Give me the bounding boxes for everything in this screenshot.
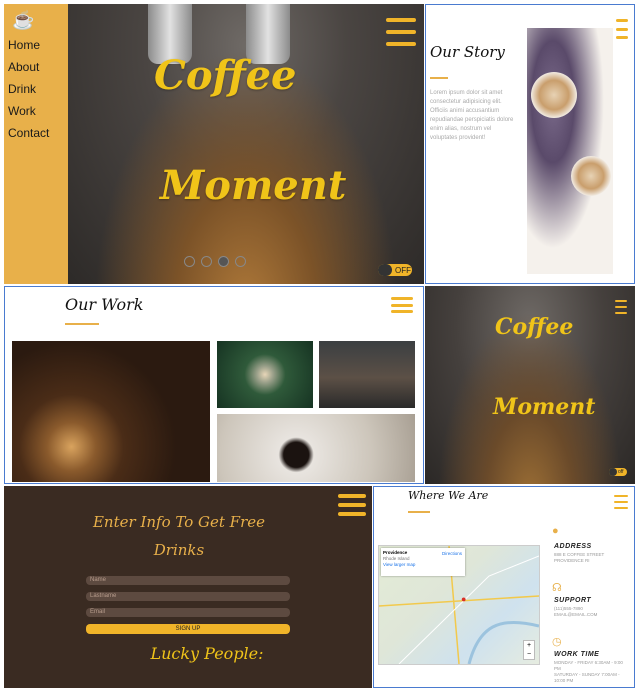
work-title: Our Work [65,295,144,314]
coffee-cup-logo-icon[interactable]: ☕ [12,10,34,31]
hero-title-line1: Coffee [154,52,297,99]
latte-cup [531,72,577,118]
story-text: Lorem ipsum dolor sit amet consectetur a… [430,90,514,141]
hero-title-line2: Moment [160,162,347,209]
signup-headline: Enter Info To Get Free Drinks [64,508,294,564]
map-info-card: Providence Rhode Island View larger map … [381,548,465,576]
hamburger-menu-icon[interactable] [616,19,628,39]
address-heading: ADDRESS [554,543,592,550]
hours-weekday: MONDAY - FRIDAY 6:30AM - 9:00 PM [554,660,623,671]
work-time-heading: WORK TIME [554,651,600,658]
coffee-newspaper-photo[interactable] [217,414,415,482]
sidebar: ☕ Home About Drink Work Contact [4,4,68,284]
theme-toggle[interactable]: OFF [378,264,412,276]
sidebar-nav: Home About Drink Work Contact [8,38,49,148]
latte-flowers-image [527,28,613,274]
map-directions-link[interactable]: Directions [442,551,462,557]
coffee-beans-photo[interactable] [12,341,210,482]
support-email: EMAIL@EMAIL.COM [554,612,598,617]
carousel-dot[interactable] [201,256,212,267]
espresso-machine-photo[interactable] [319,341,415,408]
hamburger-menu-icon[interactable] [386,18,416,46]
toggle-knob [609,468,617,476]
latte-plants-photo[interactable] [217,341,313,408]
signup-button[interactable]: SIGN UP [86,624,290,634]
toggle-knob [378,264,392,276]
title-underline [430,77,448,79]
carousel-dot[interactable] [184,256,195,267]
support-heading: SUPPORT [554,597,592,604]
toggle-label: off [618,469,624,475]
clock-icon: ◷ [552,636,562,648]
carousel-dots [184,256,246,267]
headphones-icon: ☊ [552,582,562,594]
mini-hero-title-line2: Moment [493,394,596,420]
title-underline [408,511,430,513]
hero-coffee-photo [68,4,424,284]
theme-toggle[interactable]: off [609,468,627,476]
signup-headline-line1: Enter Info To Get Free [92,513,266,531]
map-zoom-controls[interactable]: + − [523,640,535,660]
location-title: Where We Are [408,489,489,502]
hamburger-menu-icon[interactable] [338,494,366,516]
our-work-section: Our Work [4,286,424,484]
latte-cup [571,156,611,196]
toggle-label: OFF [395,265,411,275]
lastname-input[interactable]: Lastname [86,592,290,601]
nav-drink[interactable]: Drink [8,82,49,96]
nav-about[interactable]: About [8,60,49,74]
map-pin-icon[interactable]: ● [461,594,466,604]
hero-section: ☕ Home About Drink Work Contact Coffee M… [4,4,424,284]
map-larger-link[interactable]: View larger map [383,562,463,568]
carousel-dot[interactable] [235,256,246,267]
title-underline [65,323,99,325]
signup-section: Enter Info To Get Free Drinks Name Lastn… [4,486,372,688]
nav-contact[interactable]: Contact [8,126,49,140]
email-input[interactable]: Email [86,608,290,617]
location-pin-icon: ● [552,525,559,537]
hours-weekend: SATURDAY - SUNDAY 7:00AM - 10:00 PM [554,672,620,683]
location-section: Where We Are Providence Rhode Island Vie… [373,486,635,688]
mini-hero-section: Coffee Moment off [425,286,635,484]
name-input[interactable]: Name [86,576,290,585]
carousel-dot[interactable] [218,256,229,267]
hamburger-menu-icon[interactable] [391,297,413,313]
hamburger-menu-icon[interactable] [614,495,628,509]
mini-hero-title-line1: Coffee [495,314,574,340]
nav-home[interactable]: Home [8,38,49,52]
google-map[interactable]: Providence Rhode Island View larger map … [378,545,540,665]
lucky-people-title: Lucky People: [150,644,264,663]
signup-headline-line2: Drinks [153,541,205,559]
hamburger-menu-icon[interactable] [615,300,627,314]
story-title: Our Story [430,43,505,61]
nav-work[interactable]: Work [8,104,49,118]
address-text: 888 E COFFEE STREET PROVIDENCE RI [554,552,605,563]
our-story-section: Our Story Lorem ipsum dolor sit amet con… [425,4,635,284]
